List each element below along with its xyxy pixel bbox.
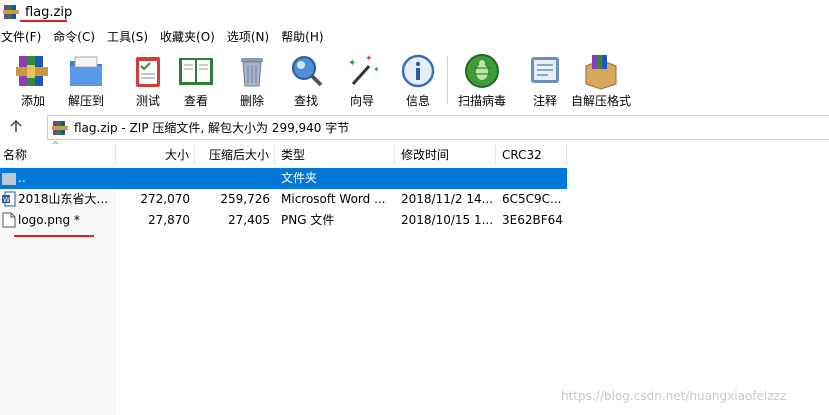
info-label: 信息 (405, 94, 430, 108)
watermark-text: https://blog.csdn.net/huangxiaofeizzz (561, 389, 787, 403)
table-row-parent-folder[interactable]: .. 文件夹 (0, 168, 567, 189)
window-title: flag.zip (25, 4, 73, 20)
cell-name: 2018山东省大... (18, 192, 108, 206)
address-field[interactable]: flag.zip - ZIP 压缩文件, 解包大小为 299,940 字节 (47, 115, 829, 140)
view-book-icon (179, 58, 213, 85)
cell-packed-size: 27,405 (228, 213, 270, 227)
virus-scan-icon (465, 54, 499, 88)
cell-type: PNG 文件 (281, 213, 335, 227)
info-icon (401, 54, 435, 88)
menu-file[interactable]: 文件(F) (1, 28, 41, 45)
cell-size: 27,870 (148, 213, 190, 227)
column-packed-size[interactable]: 压缩后大小 (195, 144, 275, 166)
parent-folder-icon (2, 173, 16, 185)
comment-icon (531, 57, 559, 83)
menu-options[interactable]: 选项(N) (227, 28, 269, 45)
extract-to-icon (70, 56, 102, 86)
column-header: ^ 名称 大小 压缩后大小 类型 修改时间 CRC32 (0, 141, 567, 166)
up-arrow-icon[interactable] (8, 118, 24, 134)
add-label: 添加 (20, 94, 45, 108)
comment-label: 注释 (532, 94, 557, 108)
table-row-logo-png[interactable]: logo.png * 27,870 27,405 PNG 文件 2018/10/… (0, 210, 567, 231)
cell-type: 文件夹 (281, 171, 318, 185)
menu-commands[interactable]: 命令(C) (53, 28, 95, 45)
wizard-label: 向导 (349, 94, 374, 108)
cell-packed-size (195, 168, 270, 189)
sfx-label: 自解压格式 (571, 94, 632, 108)
cell-modified: 2018/11/2 14... (401, 192, 494, 206)
zip-archive-icon (52, 120, 68, 135)
column-size[interactable]: 大小 (116, 144, 195, 166)
toolbar-separator (447, 56, 448, 104)
path-bar: flag.zip - ZIP 压缩文件, 解包大小为 299,940 字节 (0, 114, 829, 140)
menu-favorites[interactable]: 收藏夹(O) (160, 28, 215, 45)
sfx-box-icon (585, 55, 617, 90)
trash-icon (241, 58, 263, 87)
find-label: 查找 (293, 94, 318, 108)
annotation-underline-title (20, 20, 67, 22)
file-list: ^ 名称 大小 压缩后大小 类型 修改时间 CRC32 .. 文件夹 W 201… (0, 141, 829, 415)
svg-text:✦: ✦ (373, 65, 380, 74)
info-button[interactable]: 信息 (399, 48, 437, 109)
add-archive-icon (16, 56, 48, 86)
test-button[interactable]: 测试 (129, 48, 167, 109)
path-text: flag.zip - ZIP 压缩文件, 解包大小为 299,940 字节 (74, 121, 350, 135)
cell-size (116, 168, 190, 189)
cell-modified: 2018/10/15 1... (401, 213, 494, 227)
winrar-app-icon (3, 5, 19, 19)
add-button[interactable]: 添加 (14, 48, 52, 109)
extract-to-button[interactable]: 解压到 (67, 48, 105, 109)
column-type[interactable]: 类型 (275, 144, 395, 166)
test-icon (136, 57, 160, 87)
delete-button[interactable]: 删除 (233, 48, 271, 109)
virus-scan-label: 扫描病毒 (458, 94, 507, 108)
cell-size: 272,070 (140, 192, 190, 206)
column-modified[interactable]: 修改时间 (395, 144, 496, 166)
svg-text:✦: ✦ (348, 58, 356, 69)
svg-text:✦: ✦ (365, 54, 373, 64)
title-bar: flag.zip (0, 0, 829, 24)
comment-button[interactable]: 注释 (526, 48, 564, 109)
delete-label: 删除 (239, 94, 264, 108)
cell-crc32: 6C5C9C... (502, 192, 562, 206)
column-name[interactable]: 名称 (0, 144, 116, 166)
table-row-word-doc[interactable]: W 2018山东省大... 272,070 259,726 Microsoft … (0, 189, 567, 210)
word-document-icon: W (2, 191, 16, 207)
extract-to-label: 解压到 (67, 94, 104, 108)
test-label: 测试 (135, 94, 160, 108)
wizard-wand-icon: ✦ ✦✦ (348, 54, 380, 86)
menu-help[interactable]: 帮助(H) (281, 28, 323, 45)
cell-type: Microsoft Word ... (281, 192, 386, 206)
view-button[interactable]: 查看 (177, 48, 215, 109)
cell-crc32: 3E62BF64 (502, 213, 563, 227)
sfx-button[interactable]: 自解压格式 (571, 48, 631, 109)
png-file-icon (2, 212, 16, 228)
magnifier-icon (292, 56, 323, 87)
toolbar: 添加 解压到 测试 查看 删除 查找 ✦ ✦ ✦ 向导 信息 扫描病毒 注释 自… (0, 48, 829, 110)
cell-modified (401, 168, 495, 189)
cell-name: .. (18, 171, 26, 185)
menu-bar: 文件(F) 命令(C) 工具(S) 收藏夹(O) 选项(N) 帮助(H) (0, 27, 336, 45)
cell-name: logo.png * (18, 213, 80, 227)
menu-tools[interactable]: 工具(S) (107, 28, 148, 45)
column-crc32[interactable]: CRC32 (496, 144, 567, 166)
cell-packed-size: 259,726 (220, 192, 270, 206)
annotation-underline-logo (14, 235, 94, 237)
view-label: 查看 (183, 94, 208, 108)
cell-crc32 (502, 168, 566, 189)
wizard-button[interactable]: ✦ ✦ ✦ 向导 (343, 48, 381, 109)
virus-scan-button[interactable]: 扫描病毒 (458, 48, 506, 109)
find-button[interactable]: 查找 (287, 48, 325, 109)
svg-text:W: W (3, 196, 10, 204)
